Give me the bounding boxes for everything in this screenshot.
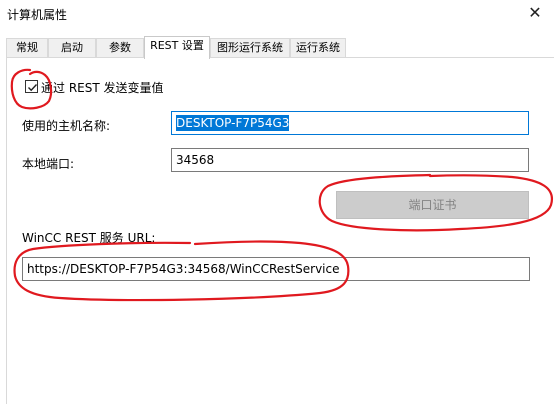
tab-general[interactable]: 常规 — [6, 38, 48, 58]
title-bar: 计算机属性 ✕ — [0, 0, 554, 30]
local-port-field[interactable]: 34568 — [171, 148, 529, 172]
tab-graphics-runtime[interactable]: 图形运行系统 — [210, 38, 290, 58]
checkmark-icon — [28, 84, 38, 92]
host-name-label: 使用的主机名称: — [22, 119, 111, 133]
rest-enable-label: 通过 REST 发送变量值 — [41, 81, 164, 95]
tab-bar: 常规 启动 参数 REST 设置 图形运行系统 运行系统 — [6, 36, 554, 59]
close-icon[interactable]: ✕ — [522, 2, 548, 26]
local-port-label: 本地端口: — [22, 157, 75, 171]
tab-runtime[interactable]: 运行系统 — [290, 38, 346, 58]
tab-rest-settings[interactable]: REST 设置 — [144, 36, 210, 59]
rest-enable-checkbox[interactable] — [25, 80, 38, 93]
service-url-field[interactable]: https://DESKTOP-F7P54G3:34568/WinCCRestS… — [22, 257, 530, 281]
host-name-value: DESKTOP-F7P54G3 — [176, 115, 290, 131]
window-title: 计算机属性 — [7, 8, 68, 22]
service-url-label: WinCC REST 服务 URL: — [22, 231, 156, 245]
host-name-field[interactable]: DESKTOP-F7P54G3 — [171, 111, 529, 135]
port-certificate-button[interactable]: 端口证书 — [336, 191, 529, 219]
tab-startup[interactable]: 启动 — [48, 38, 96, 58]
tab-parameters[interactable]: 参数 — [96, 38, 144, 58]
